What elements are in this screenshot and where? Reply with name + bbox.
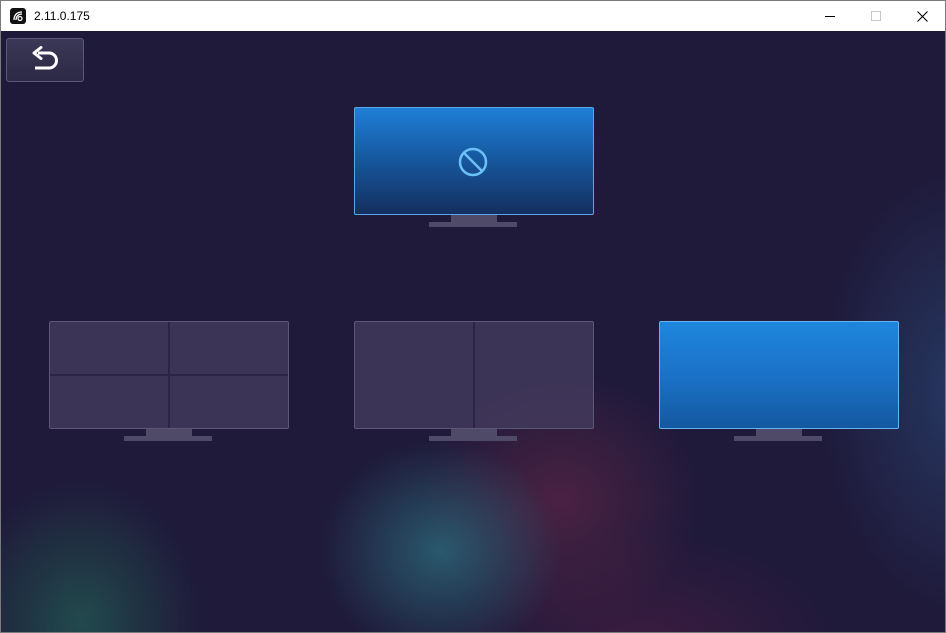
monitor-stand-base — [124, 436, 212, 441]
minimize-button[interactable] — [807, 1, 853, 31]
monitor-layout-disabled[interactable] — [354, 107, 594, 229]
layout-selection-area — [1, 31, 945, 632]
monitor-screen — [354, 107, 594, 215]
monitor-screen — [354, 321, 594, 429]
close-button[interactable] — [899, 1, 945, 31]
maximize-icon — [871, 11, 881, 21]
minimize-icon — [825, 16, 835, 17]
app-window: 2.11.0.175 — [0, 0, 946, 633]
monitor-screen — [49, 321, 289, 429]
title-bar[interactable]: 2.11.0.175 — [1, 1, 945, 31]
monitor-stand-neck — [451, 215, 497, 222]
monitor-screen — [659, 321, 899, 429]
monitor-stand-neck — [146, 429, 192, 436]
monitor-layout-quad[interactable] — [49, 321, 289, 443]
undo-arrow-icon — [32, 46, 58, 70]
back-button[interactable] — [6, 38, 84, 82]
monitor-layout-dual[interactable] — [354, 321, 594, 443]
monitor-stand-base — [429, 436, 517, 441]
maximize-button[interactable] — [853, 1, 899, 31]
window-title: 2.11.0.175 — [34, 9, 90, 23]
close-icon — [916, 10, 928, 22]
monitor-stand-base — [734, 436, 822, 441]
monitor-stand-base — [429, 222, 517, 227]
no-entry-icon — [458, 147, 488, 177]
split-divider-horizontal — [50, 374, 288, 376]
monitor-stand-neck — [451, 429, 497, 436]
app-logo-icon — [10, 8, 26, 24]
monitor-stand-neck — [756, 429, 802, 436]
split-divider-vertical — [473, 322, 475, 428]
monitor-layout-single[interactable] — [659, 321, 899, 443]
